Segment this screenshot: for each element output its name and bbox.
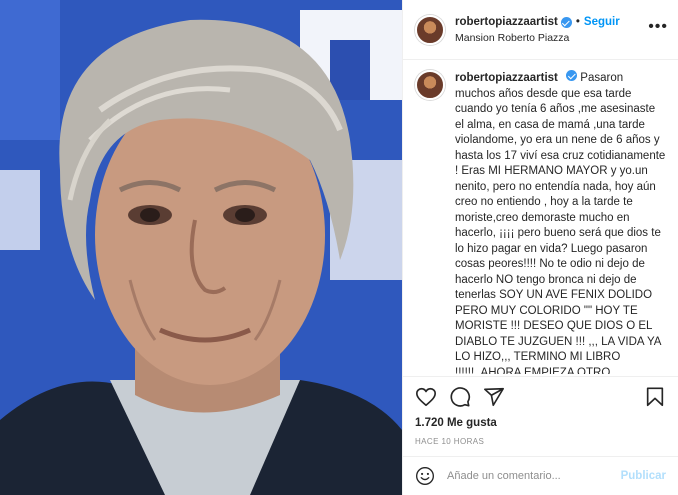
post-sidebar: robertopiazzaartist • Seguir Mansion Rob… (402, 0, 678, 495)
caption-username-link[interactable]: robertopiazzaartist (455, 72, 558, 84)
post-timestamp[interactable]: HACE 10 HORAS (415, 437, 666, 446)
header-row: robertopiazzaartist • Seguir (455, 15, 648, 30)
caption-avatar[interactable] (415, 70, 445, 100)
caption-verified-badge-icon (566, 70, 578, 81)
caption-text: Pasaron muchos años desde que esa tarde … (455, 72, 666, 374)
post-photo (0, 0, 402, 495)
publish-button[interactable]: Publicar (621, 470, 666, 482)
bookmark-icon[interactable] (644, 386, 666, 408)
separator-dot: • (575, 16, 580, 28)
action-icons (415, 385, 666, 409)
heart-icon[interactable] (415, 386, 437, 408)
caption: robertopiazzaartist Pasaron muchos años … (455, 70, 666, 374)
emoji-icon[interactable] (415, 466, 435, 486)
post-actions: 1.720 Me gusta HACE 10 HORAS (403, 376, 678, 446)
caption-area: robertopiazzaartist Pasaron muchos años … (403, 60, 678, 374)
comment-input[interactable] (447, 470, 621, 482)
likes-count[interactable]: 1.720 Me gusta (415, 417, 666, 429)
more-options-icon[interactable]: ••• (648, 18, 668, 38)
post-header: robertopiazzaartist • Seguir Mansion Rob… (403, 0, 678, 60)
comment-icon[interactable] (449, 386, 471, 408)
username-link[interactable]: robertopiazzaartist (455, 15, 558, 30)
comment-box: Publicar (403, 456, 678, 495)
share-icon[interactable] (483, 386, 505, 408)
header-text: robertopiazzaartist • Seguir Mansion Rob… (455, 15, 648, 44)
follow-button[interactable]: Seguir (584, 15, 620, 30)
verified-badge-icon (560, 17, 572, 28)
avatar[interactable] (415, 14, 445, 45)
location-link[interactable]: Mansion Roberto Piazza (455, 32, 648, 44)
